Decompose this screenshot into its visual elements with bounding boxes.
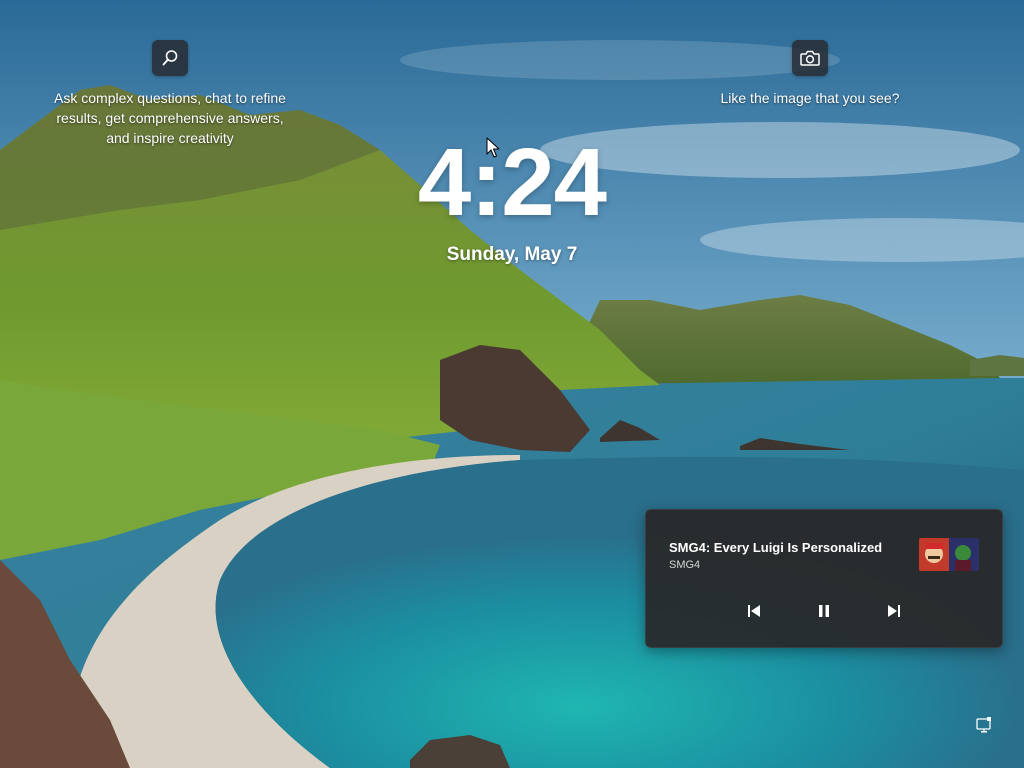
spotlight-widget-text: Like the image that you see?: [720, 90, 900, 106]
search-widget-line-2: results, get comprehensive answers,: [56, 110, 284, 126]
media-controls-card: SMG4: Every Luigi Is Personalized SMG4: [645, 509, 1003, 648]
search-button[interactable]: [152, 40, 188, 76]
search-widget-text: Ask complex questions, chat to refine re…: [40, 88, 300, 148]
spotlight-widget[interactable]: Like the image that you see?: [700, 40, 920, 108]
mouse-cursor-icon: [486, 137, 500, 158]
search-widget-line-3: and inspire creativity: [106, 130, 234, 146]
video-thumbnail: [919, 538, 979, 571]
camera-icon: [800, 50, 820, 66]
pause-icon: [819, 605, 829, 617]
media-artist: SMG4: [669, 559, 701, 571]
previous-track-icon: [748, 605, 760, 617]
camera-button[interactable]: [792, 40, 828, 76]
media-title: SMG4: Every Luigi Is Personalized: [669, 540, 883, 555]
previous-track-button[interactable]: [737, 596, 771, 626]
search-widget-line-1: Ask complex questions, chat to refine: [54, 90, 286, 106]
search-icon: [162, 50, 178, 66]
next-track-icon: [888, 605, 900, 617]
network-icon[interactable]: [975, 716, 993, 734]
lock-screen-date: Sunday, May 7: [446, 244, 578, 265]
next-track-button[interactable]: [877, 596, 911, 626]
lock-screen-clock: 4:24: [417, 129, 607, 236]
search-widget[interactable]: Ask complex questions, chat to refine re…: [40, 40, 300, 148]
pause-button[interactable]: [807, 596, 841, 626]
